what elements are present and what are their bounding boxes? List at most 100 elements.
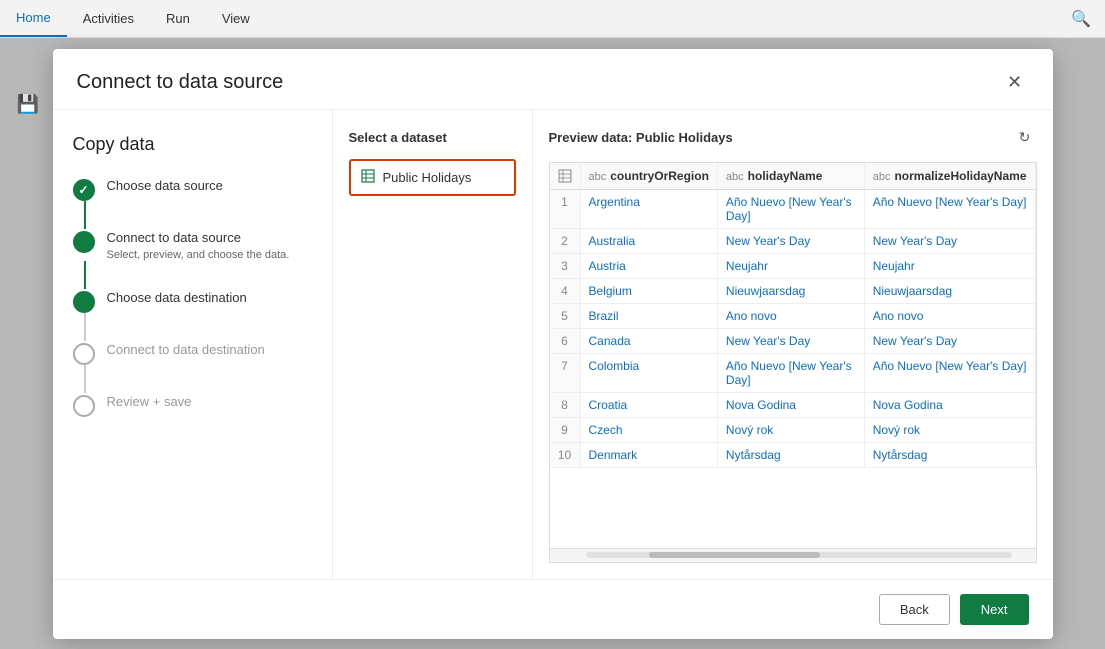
table-row: 8 Croatia Nova Godina Nova Godina xyxy=(550,393,1036,418)
dataset-item-public-holidays[interactable]: Public Holidays xyxy=(349,159,516,196)
connector2 xyxy=(84,261,86,289)
table-row: 2 Australia New Year's Day New Year's Da… xyxy=(550,229,1036,254)
col-num-header xyxy=(550,163,581,190)
cell-holiday: Nový rok xyxy=(717,418,864,443)
table-row: 7 Colombia Año Nuevo [New Year's Day] Añ… xyxy=(550,354,1036,393)
table-row: 9 Czech Nový rok Nový rok xyxy=(550,418,1036,443)
step1-circle: ✓ xyxy=(73,179,95,201)
cell-normalize: Nytårsdag xyxy=(864,443,1035,468)
cell-normalize: Neujahr xyxy=(864,254,1035,279)
main-area: 💾 Connect to data source ✕ Copy data ✓ C… xyxy=(0,38,1105,649)
step3-label: Choose data destination xyxy=(107,289,247,307)
row-num: 6 xyxy=(550,329,581,354)
step3-circle xyxy=(73,291,95,313)
step-connect-source: Connect to data source Select, preview, … xyxy=(73,229,312,261)
table-icon xyxy=(361,169,375,186)
back-button[interactable]: Back xyxy=(879,594,950,625)
col-country-header: abccountryOrRegion xyxy=(580,163,717,190)
col1-type: abc xyxy=(589,171,607,183)
copy-data-title: Copy data xyxy=(73,134,312,155)
next-button[interactable]: Next xyxy=(960,594,1029,625)
table-body: 1 Argentina Año Nuevo [New Year's Day] A… xyxy=(550,190,1036,468)
table-row: 1 Argentina Año Nuevo [New Year's Day] A… xyxy=(550,190,1036,229)
step4-label: Connect to data destination xyxy=(107,341,265,359)
row-num: 8 xyxy=(550,393,581,418)
cell-holiday: Ano novo xyxy=(717,304,864,329)
step-review-save: Review + save xyxy=(73,393,312,417)
content-panel: Select a dataset Public Holidays xyxy=(333,110,1053,579)
cell-country: Belgium xyxy=(580,279,717,304)
step2-circle xyxy=(73,231,95,253)
dataset-name: Public Holidays xyxy=(383,170,472,185)
horizontal-scrollbar[interactable] xyxy=(549,549,1037,563)
connector3 xyxy=(84,313,86,341)
row-num: 9 xyxy=(550,418,581,443)
copy-data-dialog: Connect to data source ✕ Copy data ✓ Cho… xyxy=(53,49,1053,639)
table-row: 5 Brazil Ano novo Ano novo xyxy=(550,304,1036,329)
cell-country: Czech xyxy=(580,418,717,443)
cell-country: Argentina xyxy=(580,190,717,229)
cell-country: Denmark xyxy=(580,443,717,468)
refresh-button[interactable]: ↻ xyxy=(1013,126,1037,150)
top-icons: 🔍 xyxy=(1065,0,1105,37)
step2-sublabel: Select, preview, and choose the data. xyxy=(107,249,290,261)
row-num: 4 xyxy=(550,279,581,304)
row-num: 2 xyxy=(550,229,581,254)
cell-normalize: New Year's Day xyxy=(864,329,1035,354)
col2-type: abc xyxy=(726,171,744,183)
connector4 xyxy=(84,365,86,393)
table-row: 10 Denmark Nytårsdag Nytårsdag xyxy=(550,443,1036,468)
step1-text: Choose data source xyxy=(107,177,223,195)
dialog-body: Copy data ✓ Choose data source xyxy=(53,110,1053,579)
col3-name: normalizeHolidayName xyxy=(894,169,1026,183)
step-choose-dest: Choose data destination xyxy=(73,289,312,313)
tab-home[interactable]: Home xyxy=(0,0,67,37)
cell-country: Colombia xyxy=(580,354,717,393)
cell-normalize: Nieuwjaarsdag xyxy=(864,279,1035,304)
col3-type: abc xyxy=(873,171,891,183)
col2-name: holidayName xyxy=(748,169,823,183)
col1-name: countryOrRegion xyxy=(610,169,709,183)
cell-holiday: Nova Godina xyxy=(717,393,864,418)
preview-header: Preview data: Public Holidays ↻ xyxy=(549,126,1037,150)
search-icon[interactable]: 🔍 xyxy=(1065,3,1097,35)
close-button[interactable]: ✕ xyxy=(1001,69,1029,97)
cell-normalize: Año Nuevo [New Year's Day] xyxy=(864,354,1035,393)
data-table-wrap[interactable]: abccountryOrRegion abcholidayName abcnor… xyxy=(549,162,1037,549)
dialog-footer: Back Next xyxy=(53,579,1053,639)
row-num: 1 xyxy=(550,190,581,229)
table-header-row: abccountryOrRegion abcholidayName abcnor… xyxy=(550,163,1036,190)
cell-holiday: New Year's Day xyxy=(717,329,864,354)
cell-normalize: Nova Godina xyxy=(864,393,1035,418)
preview-panel: Preview data: Public Holidays ↻ xyxy=(533,110,1053,579)
cell-country: Canada xyxy=(580,329,717,354)
step4-text: Connect to data destination xyxy=(107,341,265,359)
cell-normalize: New Year's Day xyxy=(864,229,1035,254)
save-icon[interactable]: 💾 xyxy=(12,88,44,120)
step3-dot xyxy=(80,298,88,306)
cell-country: Croatia xyxy=(580,393,717,418)
cell-holiday: Año Nuevo [New Year's Day] xyxy=(717,190,864,229)
tab-run[interactable]: Run xyxy=(150,0,206,37)
col-normalize-header: abcnormalizeHolidayName xyxy=(864,163,1035,190)
step2-text: Connect to data source Select, preview, … xyxy=(107,229,290,261)
steps-panel: Copy data ✓ Choose data source xyxy=(53,110,333,579)
tab-view[interactable]: View xyxy=(206,0,266,37)
cell-holiday: Neujahr xyxy=(717,254,864,279)
dataset-section-title: Select a dataset xyxy=(349,130,516,145)
row-num: 10 xyxy=(550,443,581,468)
col-holiday-header: abc holidayName xyxy=(717,163,864,190)
table-row: 6 Canada New Year's Day New Year's Day xyxy=(550,329,1036,354)
step3-text: Choose data destination xyxy=(107,289,247,307)
step-choose-source: ✓ Choose data source xyxy=(73,177,312,201)
tab-activities[interactable]: Activities xyxy=(67,0,150,37)
table-row: 4 Belgium Nieuwjaarsdag Nieuwjaarsdag xyxy=(550,279,1036,304)
table-row: 3 Austria Neujahr Neujahr xyxy=(550,254,1036,279)
connector1 xyxy=(84,201,86,229)
step2-dot xyxy=(80,238,88,246)
step1-label: Choose data source xyxy=(107,177,223,195)
dialog-title: Connect to data source xyxy=(77,71,284,94)
cell-country: Brazil xyxy=(580,304,717,329)
cell-country: Austria xyxy=(580,254,717,279)
step2-label: Connect to data source xyxy=(107,229,290,247)
